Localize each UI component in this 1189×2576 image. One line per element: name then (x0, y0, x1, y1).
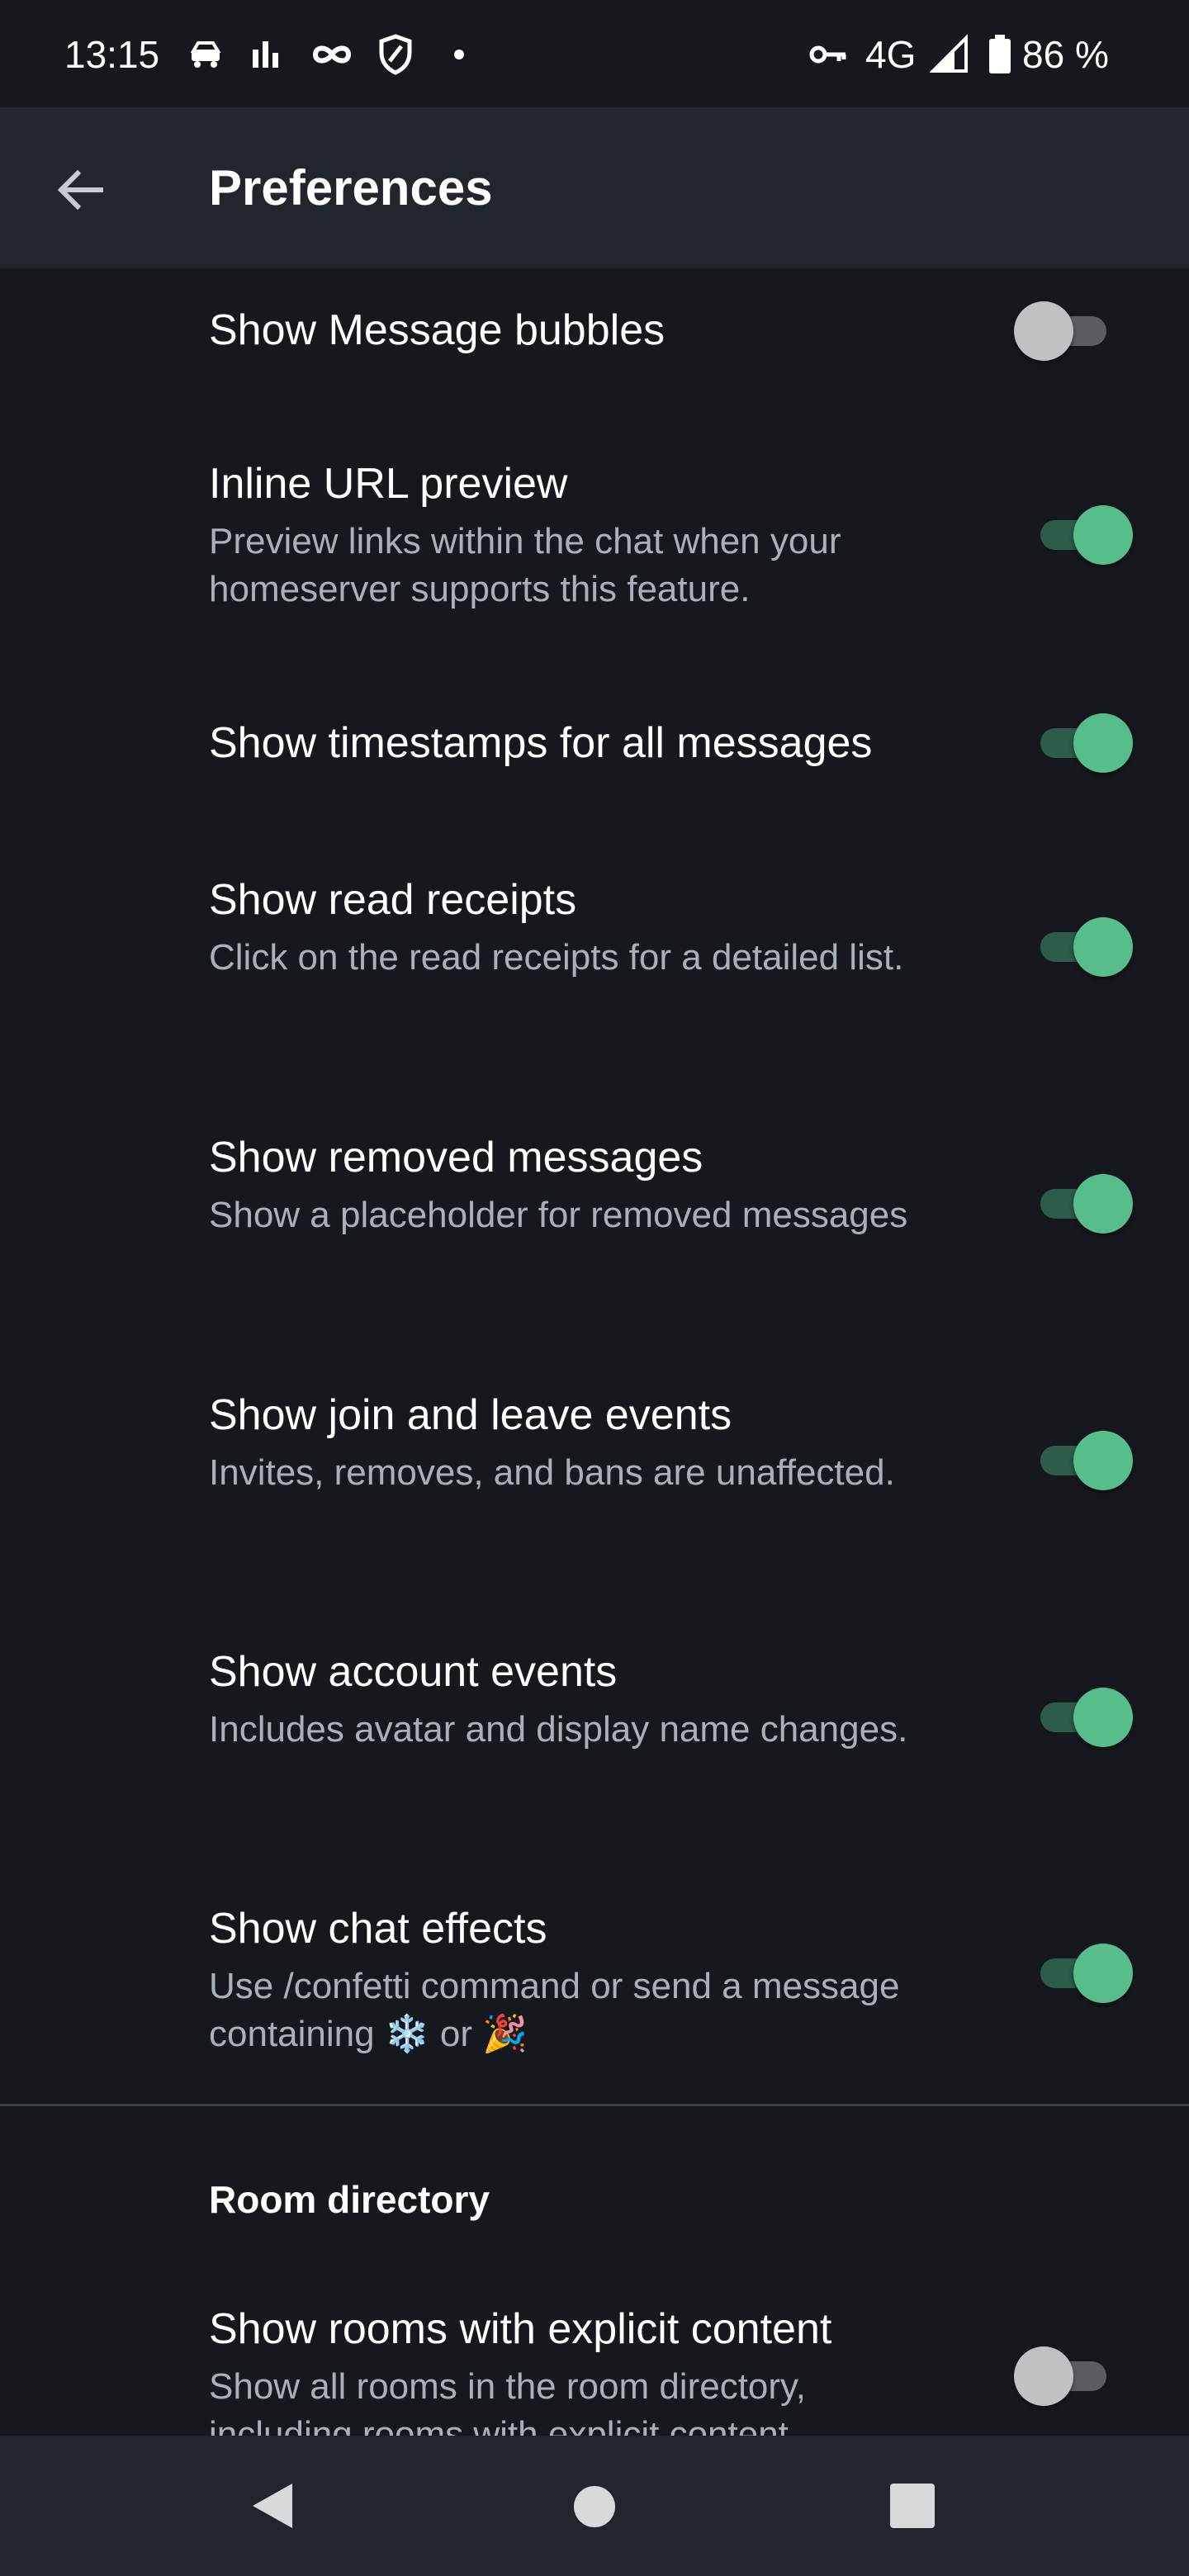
toggle-switch[interactable] (1034, 1171, 1133, 1237)
switch-thumb (1073, 917, 1133, 977)
subtitle-text: Use /confetti command or send a message … (209, 1966, 900, 2054)
system-nav-bar (0, 2436, 1189, 2576)
preferences-list-viewport: Show Message bubbles Inline URL preview … (0, 0, 1189, 2436)
pref-show-join-leave-events[interactable]: Show join and leave events Invites, remo… (0, 1333, 1189, 1589)
pref-title: Show account events (209, 1648, 618, 1696)
pref-subtitle: Includes avatar and display name changes… (209, 1709, 908, 1750)
switch-thumb (1073, 1944, 1133, 2003)
toggle-switch[interactable] (1014, 298, 1113, 364)
switch-thumb (1073, 505, 1133, 565)
switch-thumb (1073, 1174, 1133, 1234)
pref-subtitle: Click on the read receipts for a detaile… (209, 937, 904, 978)
pref-show-chat-effects[interactable]: Show chat effects Use /confetti command … (0, 1845, 1189, 2104)
pref-title: Inline URL preview (209, 460, 568, 508)
pref-title: Show read receipts (209, 876, 577, 924)
switch-thumb (1014, 301, 1073, 361)
pref-subtitle: Use /confetti command or send a message … (209, 1963, 952, 2058)
section-divider (0, 2104, 1189, 2106)
nav-back-icon[interactable] (246, 2479, 299, 2533)
toggle-switch[interactable] (1034, 1940, 1133, 2006)
pref-show-read-receipts[interactable]: Show read receipts Click on the read rec… (0, 822, 1189, 1077)
toggle-switch[interactable] (1034, 1684, 1133, 1750)
toggle-switch[interactable] (1014, 2343, 1113, 2409)
switch-thumb (1073, 1688, 1133, 1747)
pref-subtitle: Show a placeholder for removed messages (209, 1195, 908, 1235)
pref-title: Show timestamps for all messages (209, 719, 873, 767)
switch-thumb (1073, 1431, 1133, 1490)
pref-show-explicit-rooms[interactable]: Show rooms with explicit content Show al… (0, 2279, 1189, 2436)
toggle-switch[interactable] (1034, 502, 1133, 568)
pref-inline-url-preview[interactable]: Inline URL preview Preview links within … (0, 392, 1189, 648)
pref-title: Show chat effects (209, 1905, 547, 1953)
switch-thumb (1014, 2346, 1073, 2406)
toggle-switch[interactable] (1034, 1428, 1133, 1494)
nav-recents-icon[interactable] (888, 2482, 936, 2530)
toggle-switch[interactable] (1034, 710, 1133, 776)
pref-show-message-bubbles[interactable]: Show Message bubbles (0, 268, 1189, 392)
pref-subtitle: Invites, removes, and bans are unaffecte… (209, 1452, 895, 1493)
pref-subtitle: Show all rooms in the room directory, in… (209, 2366, 807, 2436)
pref-show-timestamps[interactable]: Show timestamps for all messages (0, 648, 1189, 822)
pref-title: Show Message bubbles (209, 306, 666, 354)
subtitle-or: or (429, 2014, 483, 2054)
section-header-room-directory: Room directory (209, 2178, 490, 2221)
pref-title: Show rooms with explicit content (209, 2305, 832, 2353)
toggle-switch[interactable] (1034, 914, 1133, 980)
pref-show-account-events[interactable]: Show account events Includes avatar and … (0, 1589, 1189, 1845)
switch-thumb (1073, 713, 1133, 773)
pref-show-removed-messages[interactable]: Show removed messages Show a placeholder… (0, 1077, 1189, 1333)
snowflake-icon: ❄️ (384, 2013, 430, 2055)
nav-home-icon[interactable] (570, 2482, 619, 2531)
party-popper-icon: 🎉 (482, 2013, 528, 2055)
pref-title: Show join and leave events (209, 1391, 732, 1439)
pref-subtitle: Preview links within the chat when your … (209, 521, 841, 609)
pref-title: Show removed messages (209, 1134, 703, 1181)
